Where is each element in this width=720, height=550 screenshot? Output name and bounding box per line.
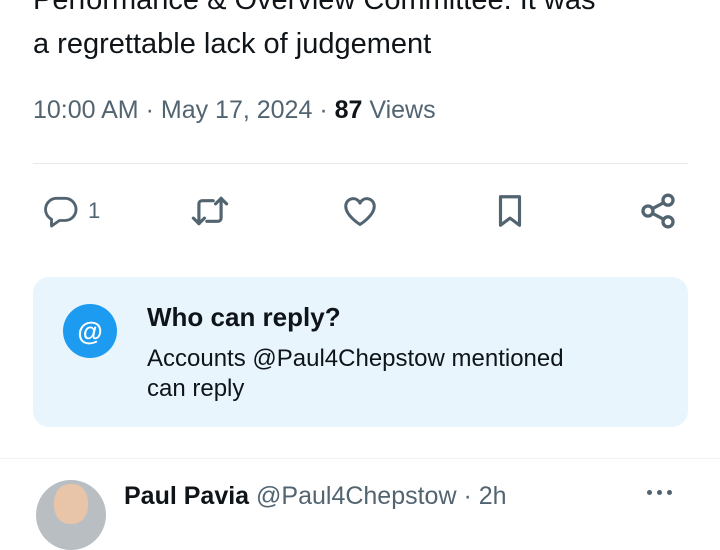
description-line: can reply bbox=[147, 375, 245, 402]
who-can-reply-title: Who can reply? bbox=[147, 302, 341, 332]
meta-separator: · bbox=[145, 96, 154, 124]
like-icon bbox=[344, 197, 376, 226]
share-icon bbox=[641, 193, 675, 229]
meta-separator: · bbox=[463, 482, 472, 510]
bookmark-button[interactable] bbox=[491, 188, 529, 234]
tweet-meta: 10:00 AM · May 17, 2024 · 87 Views bbox=[33, 96, 436, 125]
tweet-text: Performance & Overview Committee. It was… bbox=[33, 0, 693, 66]
repost-button[interactable] bbox=[189, 188, 231, 234]
avatar-face bbox=[54, 484, 88, 524]
tweet-date[interactable]: May 17, 2024 bbox=[161, 96, 313, 124]
who-can-reply-description: Accounts @Paul4Chepstow mentioned can re… bbox=[147, 344, 647, 404]
avatar[interactable] bbox=[36, 480, 106, 550]
views-count: 87 bbox=[334, 96, 363, 124]
description-line: Accounts @Paul4Chepstow mentioned bbox=[147, 345, 564, 372]
bookmark-icon bbox=[498, 195, 522, 227]
more-options-icon[interactable] bbox=[647, 490, 672, 495]
reply-button[interactable]: 1 bbox=[42, 188, 100, 234]
reply-author: Paul Pavia @Paul4Chepstow · 2h bbox=[124, 482, 507, 511]
author-handle[interactable]: @Paul4Chepstow bbox=[256, 482, 457, 510]
like-button[interactable] bbox=[341, 188, 379, 234]
tweet-text-line: Performance & Overview Committee. It was bbox=[33, 0, 596, 16]
views-label: Views bbox=[369, 96, 436, 124]
author-name[interactable]: Paul Pavia bbox=[124, 482, 249, 510]
tweet-time[interactable]: 10:00 AM bbox=[33, 96, 139, 124]
divider bbox=[0, 458, 720, 459]
at-sign-icon: @ bbox=[63, 304, 117, 358]
post-time[interactable]: 2h bbox=[479, 482, 507, 510]
share-button[interactable] bbox=[638, 188, 678, 234]
reply-icon bbox=[44, 196, 78, 228]
reply-count: 1 bbox=[88, 198, 101, 223]
repost-icon bbox=[191, 196, 229, 226]
divider bbox=[33, 163, 688, 164]
action-bar: 1 bbox=[0, 188, 720, 234]
who-can-reply-box: @ Who can reply? Accounts @Paul4Chepstow… bbox=[33, 277, 688, 427]
tweet-text-line: a regrettable lack of judgement bbox=[33, 28, 432, 60]
meta-separator: · bbox=[319, 96, 328, 124]
